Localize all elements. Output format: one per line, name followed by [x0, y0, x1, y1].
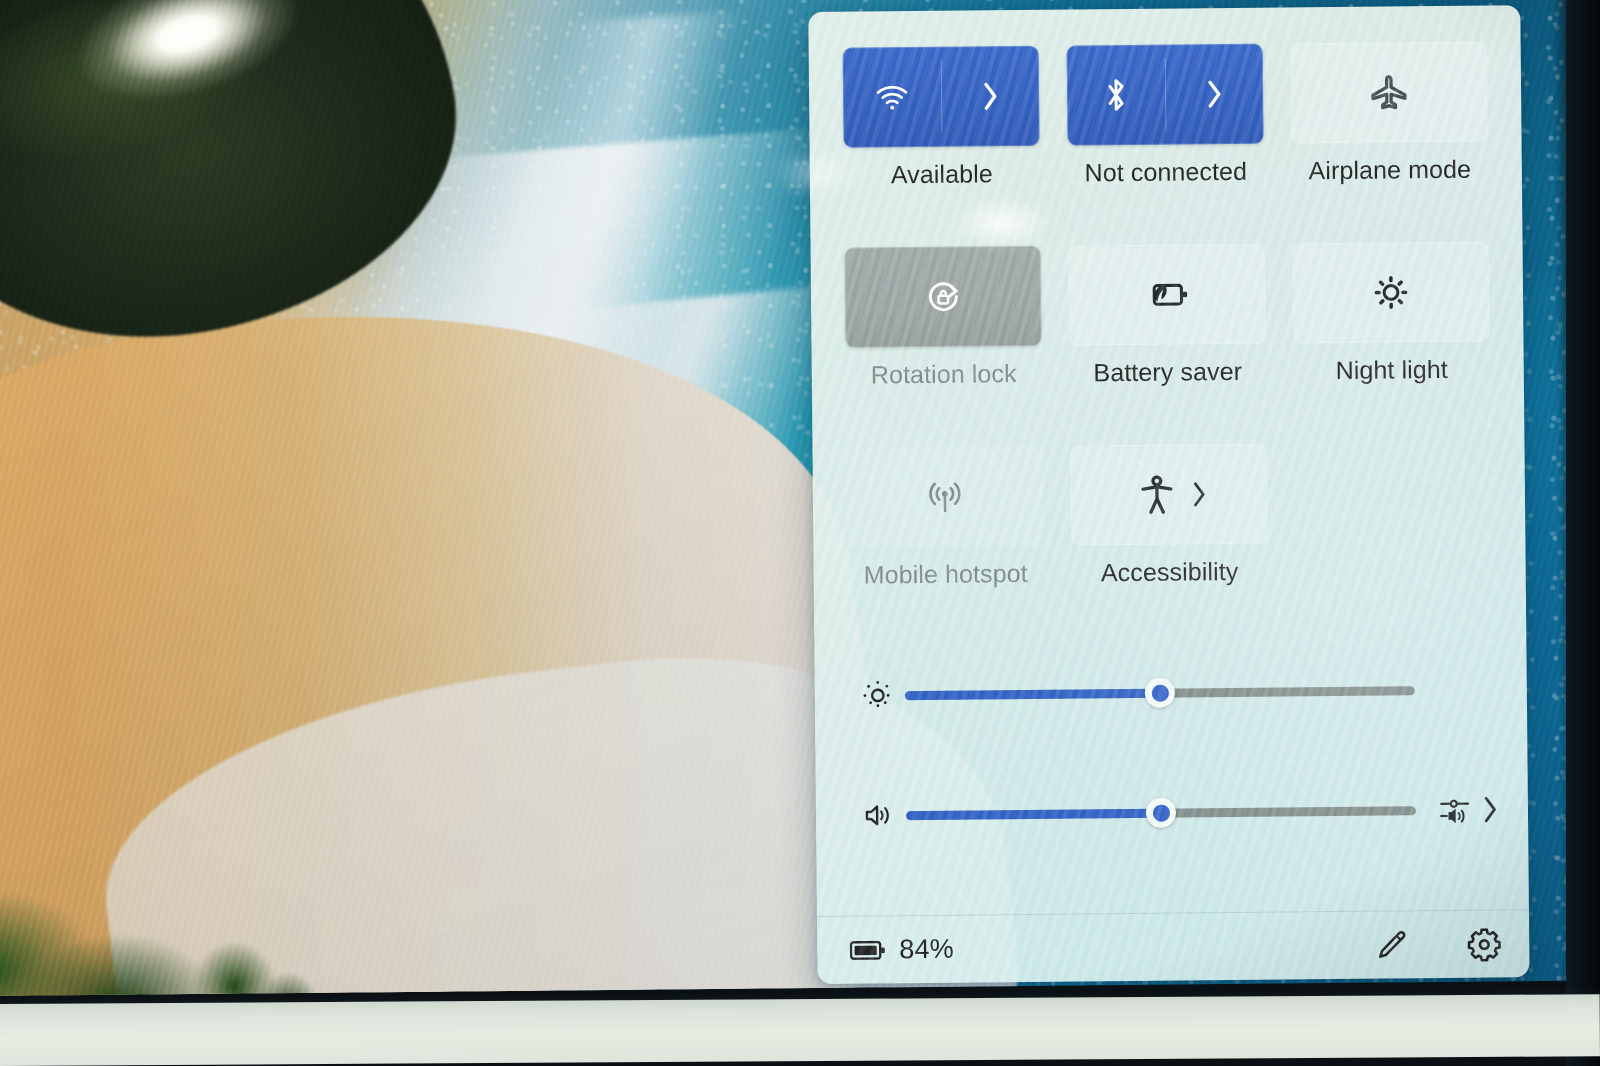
- night-light-tile[interactable]: [1292, 241, 1490, 344]
- rotation-lock-icon: [922, 276, 964, 318]
- airplane-mode-tile[interactable]: [1290, 41, 1488, 144]
- wifi-toggle-button[interactable]: [843, 47, 942, 148]
- brightness-icon: [851, 678, 905, 713]
- laptop-deck-bottom: [0, 994, 1600, 1066]
- volume-slider-row: [852, 781, 1501, 843]
- brightness-slider[interactable]: [904, 676, 1415, 709]
- audio-output-selector[interactable]: [1416, 791, 1500, 828]
- mobile-hotspot-tile[interactable]: [846, 445, 1044, 548]
- footer-actions: [1373, 925, 1503, 964]
- chevron-right-icon: [978, 77, 1002, 115]
- tile-cell-empty: [1280, 441, 1505, 586]
- laptop-screen-photo: Available Not connected Airplane mode Ro…: [0, 0, 1600, 1066]
- wifi-tile-label: Available: [890, 160, 993, 190]
- tile-cell-rotation-lock: Rotation lock: [831, 245, 1056, 391]
- brightness-slider-row: [851, 661, 1500, 723]
- wifi-icon: [870, 80, 914, 114]
- airplane-icon: [1367, 72, 1411, 112]
- gear-icon[interactable]: [1465, 925, 1503, 963]
- battery-icon: [849, 938, 887, 962]
- tile-cell-night-light: Night light: [1279, 241, 1504, 386]
- night-light-icon: [1371, 272, 1411, 312]
- brightness-slider-thumb[interactable]: [1144, 677, 1175, 708]
- rotation-lock-tile[interactable]: [844, 245, 1042, 348]
- accessibility-tile-label: Accessibility: [1100, 557, 1239, 588]
- wifi-tile[interactable]: [842, 45, 1040, 148]
- laptop-bezel-right: [1566, 0, 1600, 1066]
- quick-settings-footer: 84%: [817, 910, 1530, 984]
- bluetooth-expand-button[interactable]: [1165, 44, 1264, 145]
- battery-saver-tile-label: Battery saver: [1093, 357, 1243, 388]
- chevron-right-icon: [1189, 477, 1209, 511]
- tile-row-2: Rotation lock Battery saver Night light: [831, 241, 1504, 390]
- battery-saver-icon: [1143, 277, 1191, 311]
- audio-output-select-icon: [1438, 794, 1472, 826]
- battery-percentage: 84%: [899, 933, 955, 965]
- quick-settings-panel[interactable]: Available Not connected Airplane mode Ro…: [808, 5, 1530, 985]
- tile-row-3: Mobile hotspot Accessibility: [832, 441, 1505, 590]
- tile-cell-mobile-hotspot: Mobile hotspot: [832, 445, 1057, 591]
- tile-cell-accessibility: Accessibility: [1056, 443, 1281, 589]
- tile-cell-airplane-mode: Airplane mode: [1277, 41, 1502, 186]
- brightness-slider-track[interactable]: [904, 677, 1415, 708]
- accessibility-expand-button[interactable]: [1182, 444, 1267, 545]
- mobile-hotspot-tile-label: Mobile hotspot: [863, 559, 1028, 590]
- brightness-slider-tail: [1415, 689, 1499, 690]
- volume-icon: [852, 799, 906, 832]
- rotation-lock-tile-label: Rotation lock: [870, 360, 1017, 390]
- battery-saver-tile[interactable]: [1068, 243, 1266, 346]
- accessibility-icon: [1137, 473, 1177, 517]
- tile-cell-bluetooth: Not connected: [1053, 43, 1278, 189]
- volume-slider-thumb[interactable]: [1145, 797, 1177, 828]
- bluetooth-toggle-button[interactable]: [1067, 45, 1166, 146]
- brightness-slider-fill: [904, 688, 1160, 700]
- battery-status: 84%: [849, 934, 954, 966]
- tile-row-1: Available Not connected Airplane mode: [829, 41, 1502, 190]
- accessibility-toggle-button[interactable]: [1070, 444, 1183, 545]
- accessibility-tile[interactable]: [1070, 443, 1268, 546]
- night-light-tile-label: Night light: [1335, 355, 1449, 386]
- chevron-right-icon[interactable]: [1480, 791, 1500, 827]
- bluetooth-tile-label: Not connected: [1084, 157, 1248, 188]
- airplane-mode-tile-label: Airplane mode: [1308, 155, 1472, 186]
- bluetooth-tile[interactable]: [1066, 43, 1264, 146]
- chevron-right-icon: [1202, 75, 1226, 113]
- tile-cell-battery-saver: Battery saver: [1055, 243, 1280, 389]
- volume-slider[interactable]: [905, 796, 1417, 829]
- wifi-expand-button[interactable]: [941, 46, 1040, 147]
- lcd-screen-area: Available Not connected Airplane mode Ro…: [0, 0, 1595, 996]
- mobile-hotspot-icon: [924, 476, 966, 518]
- volume-slider-track[interactable]: [905, 797, 1417, 828]
- bluetooth-icon: [1099, 74, 1133, 116]
- volume-slider-fill: [905, 808, 1162, 820]
- pencil-icon[interactable]: [1373, 927, 1409, 963]
